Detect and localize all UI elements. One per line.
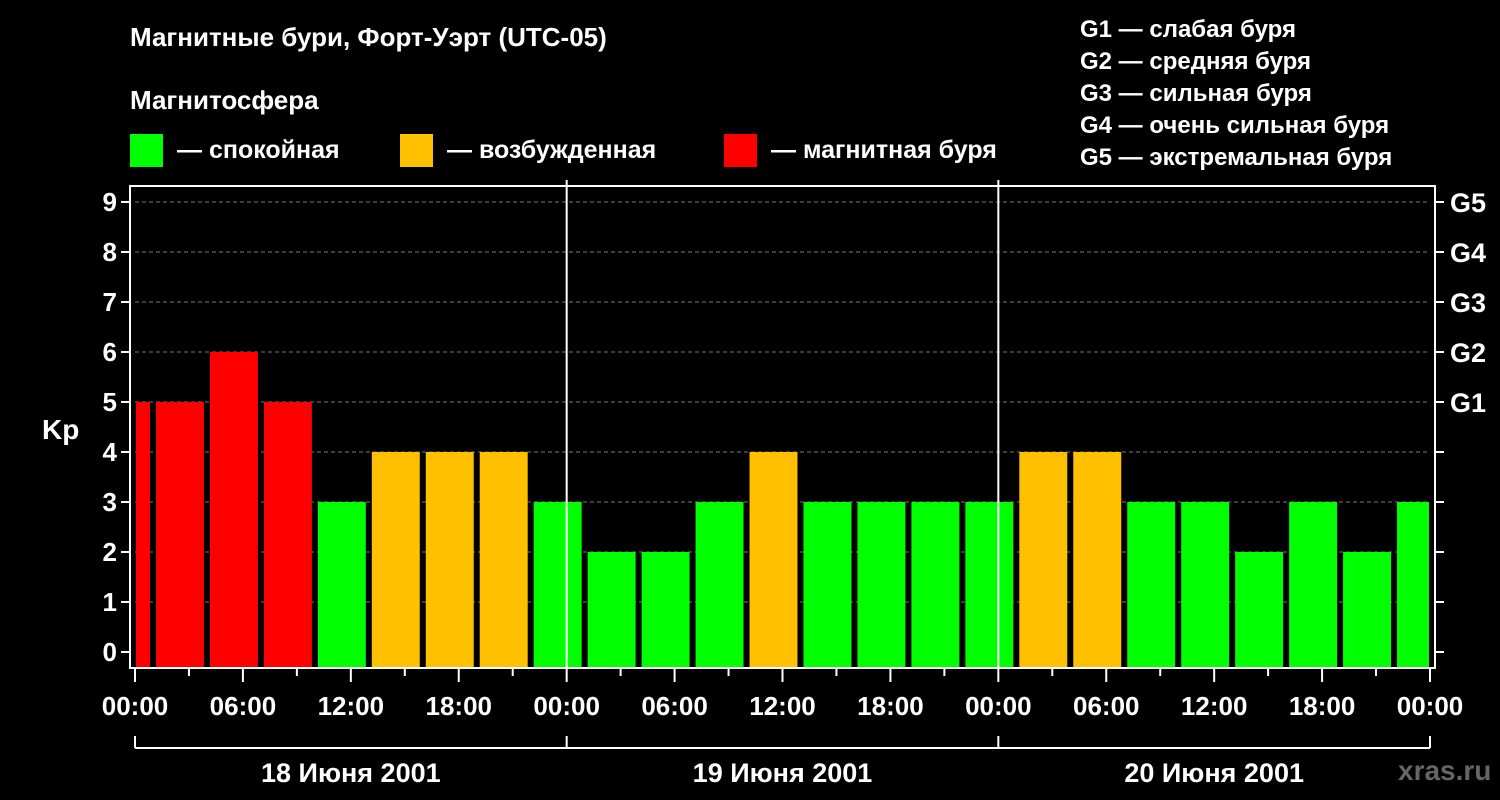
y-tick-label: 9	[103, 187, 117, 217]
x-tick-label: 00:00	[533, 691, 600, 721]
kp-bar	[749, 452, 798, 668]
kp-bar	[803, 502, 852, 668]
kp-bar	[1397, 502, 1429, 668]
kp-bar	[1127, 502, 1176, 668]
y-tick-label: 8	[103, 237, 117, 267]
x-tick-label: 18:00	[1289, 691, 1356, 721]
day-label: 19 Июня 2001	[693, 758, 873, 788]
x-tick-label: 18:00	[857, 691, 924, 721]
kp-bar	[857, 502, 906, 668]
x-tick-label: 06:00	[1073, 691, 1140, 721]
kp-bar-chart: 0 1 2 3 4 5 6 7 8 9 G1 G2 G3 G4 G5 Kp 00:00 06:00 12:00 18:…	[42, 180, 1486, 788]
x-tick-label: 00:00	[965, 691, 1032, 721]
y-tick-label: 0	[103, 637, 117, 667]
x-tick-label: 06:00	[641, 691, 708, 721]
x-tick-label: 00:00	[1397, 691, 1464, 721]
kp-bar	[155, 402, 204, 668]
kp-bar	[1073, 452, 1122, 668]
x-tick-label: 06:00	[210, 691, 277, 721]
g-scale-label: G3	[1450, 288, 1486, 318]
kp-bar	[1019, 452, 1068, 668]
kp-bar	[1289, 502, 1338, 668]
watermark: xras.ru	[1398, 755, 1492, 786]
kp-bar	[263, 402, 312, 668]
kp-bar	[425, 452, 474, 668]
y-tick-label: 7	[103, 287, 117, 317]
kp-bar	[587, 552, 636, 668]
x-tick-label: 12:00	[749, 691, 816, 721]
x-tick-label: 12:00	[318, 691, 385, 721]
y-tick-label: 5	[103, 387, 117, 417]
g-scale-label: G2	[1450, 338, 1486, 368]
x-tick-label: 12:00	[1181, 691, 1248, 721]
kp-bar	[1343, 552, 1392, 668]
g-scale-label: G5	[1450, 188, 1486, 218]
kp-bar	[911, 502, 960, 668]
kp-bar	[1235, 552, 1284, 668]
y-tick-label: 4	[103, 437, 118, 467]
y-axis-label: Kp	[42, 414, 79, 445]
day-label: 20 Июня 2001	[1124, 758, 1304, 788]
x-tick-label: 00:00	[102, 691, 169, 721]
g-scale-label: G4	[1450, 238, 1486, 268]
kp-bar	[1181, 502, 1230, 668]
kp-bar	[371, 452, 420, 668]
x-tick-label: 18:00	[426, 691, 493, 721]
kp-bar	[317, 502, 366, 668]
kp-bar	[533, 502, 582, 668]
y-tick-label: 2	[103, 537, 117, 567]
kp-bar	[479, 452, 528, 668]
day-label: 18 Июня 2001	[261, 758, 441, 788]
kp-bar	[136, 402, 150, 668]
y-tick-label: 3	[103, 487, 117, 517]
y-tick-label: 1	[103, 587, 117, 617]
g-scale-label: G1	[1450, 388, 1486, 418]
kp-bar	[641, 552, 690, 668]
y-tick-label: 6	[103, 337, 117, 367]
kp-bar	[965, 502, 1014, 668]
kp-bar	[695, 502, 744, 668]
kp-bar	[209, 352, 258, 668]
